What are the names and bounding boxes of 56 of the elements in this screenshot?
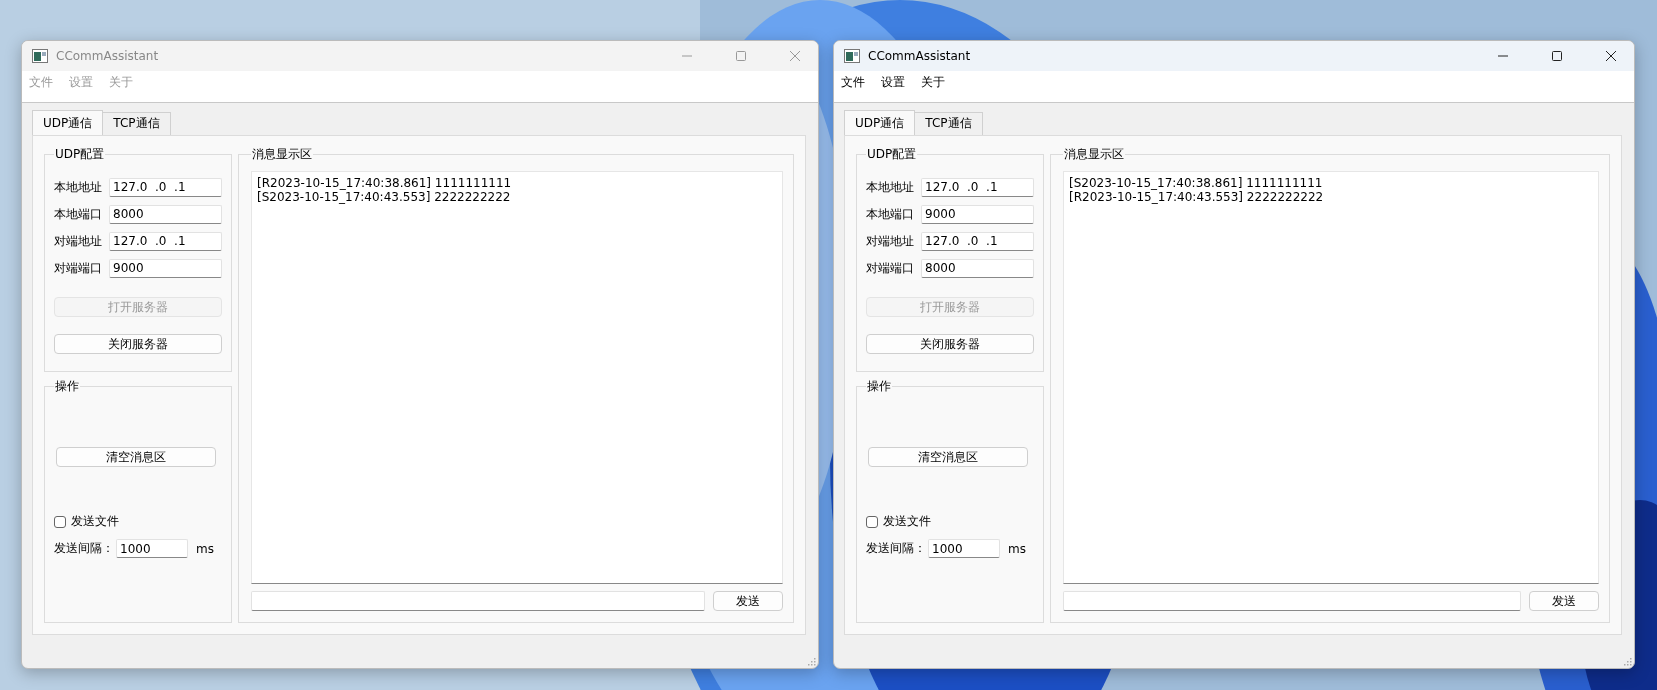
- checkbox-label: 发送文件: [883, 513, 931, 530]
- tab[interactable]: UDP通信: [844, 110, 916, 135]
- send-button[interactable]: 发送: [713, 591, 783, 611]
- close-icon[interactable]: [1605, 50, 1617, 62]
- input-field[interactable]: 9000: [921, 204, 1034, 224]
- message-line: [S2023-10-15_17:40:38.861] 1111111111: [1069, 176, 1324, 190]
- group-title: UDP配置: [54, 146, 106, 163]
- unit-label: ms: [196, 541, 214, 556]
- clear-button[interactable]: 清空消息区: [868, 447, 1028, 467]
- window-icon: [32, 49, 48, 63]
- field-label: 发送间隔：: [54, 540, 115, 557]
- server-button[interactable]: 关闭服务器: [54, 334, 222, 354]
- group-title: 消息显示区: [251, 146, 313, 163]
- checkbox-label: 发送文件: [71, 513, 119, 530]
- input-field[interactable]: 127.0 .0 .1: [109, 177, 222, 197]
- message-input[interactable]: [251, 591, 705, 611]
- clear-button[interactable]: 清空消息区: [56, 447, 216, 467]
- interval-field[interactable]: 1000: [928, 539, 1000, 558]
- input-field[interactable]: 9000: [109, 258, 222, 278]
- checkbox[interactable]: [866, 515, 878, 528]
- tab[interactable]: TCP通信: [914, 112, 983, 135]
- input-field[interactable]: 127.0 .0 .1: [921, 177, 1034, 197]
- field-label: 本地地址: [54, 178, 103, 196]
- menu-item[interactable]: 设置: [880, 73, 906, 91]
- maximize-icon[interactable]: [1551, 50, 1563, 62]
- field-label: 对端端口: [866, 259, 915, 277]
- menu-item[interactable]: 关于: [920, 73, 946, 91]
- menu-item[interactable]: 文件: [840, 73, 866, 91]
- group-title: 操作: [866, 378, 892, 395]
- field-label: 发送间隔：: [866, 540, 927, 557]
- field-label: 对端地址: [866, 232, 915, 250]
- window-title: CCommAssistant: [56, 49, 159, 63]
- message-line: [R2023-10-15_17:40:38.861] 1111111111: [257, 176, 513, 190]
- input-field[interactable]: 8000: [109, 204, 222, 224]
- window-title: CCommAssistant: [868, 49, 971, 63]
- server-button[interactable]: 关闭服务器: [866, 334, 1034, 354]
- message-line: [S2023-10-15_17:40:43.553] 2222222222: [257, 190, 512, 204]
- checkbox[interactable]: [54, 515, 66, 528]
- input-field[interactable]: 127.0 .0 .1: [109, 231, 222, 251]
- interval-field[interactable]: 1000: [116, 539, 188, 558]
- input-field[interactable]: 8000: [921, 258, 1034, 278]
- resize-grip-icon[interactable]: [1623, 657, 1632, 666]
- message-input[interactable]: [1063, 591, 1521, 611]
- field-label: 本地端口: [866, 205, 915, 223]
- group-title: 操作: [54, 378, 80, 395]
- message-line: [R2023-10-15_17:40:43.553] 2222222222: [1069, 190, 1325, 204]
- field-label: 本地端口: [54, 205, 103, 223]
- field-label: 本地地址: [866, 178, 915, 196]
- field-label: 对端地址: [54, 232, 103, 250]
- group-title: UDP配置: [866, 146, 918, 163]
- window-icon: [844, 49, 860, 63]
- send-button[interactable]: 发送: [1529, 591, 1599, 611]
- field-label: 对端端口: [54, 259, 103, 277]
- group-title: 消息显示区: [1063, 146, 1125, 163]
- unit-label: ms: [1008, 541, 1026, 556]
- input-field[interactable]: 127.0 .0 .1: [921, 231, 1034, 251]
